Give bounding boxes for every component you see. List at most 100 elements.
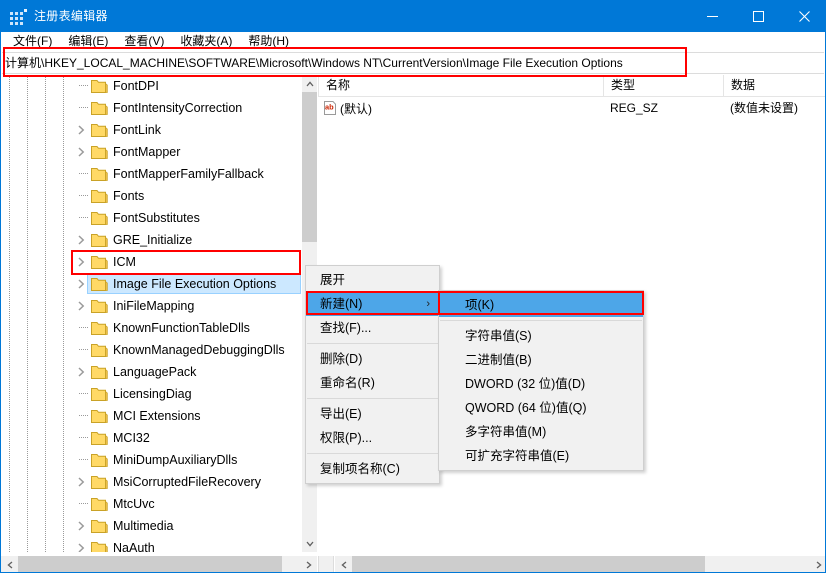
chevron-right-icon[interactable] bbox=[73, 144, 89, 160]
folder-icon bbox=[91, 519, 108, 534]
menu-bar: 文件(F) 编辑(E) 查看(V) 收藏夹(A) 帮助(H) bbox=[1, 32, 825, 52]
minimize-button[interactable] bbox=[689, 1, 735, 32]
scroll-right-icon[interactable] bbox=[300, 556, 317, 572]
menu-item[interactable]: 项(K) bbox=[439, 293, 643, 317]
tree-item[interactable]: MCI32 bbox=[1, 427, 301, 449]
tree-item[interactable]: KnownManagedDebuggingDlls bbox=[1, 339, 301, 361]
tree-item[interactable]: FontDPI bbox=[1, 75, 301, 97]
values-horizontal-scrollbar[interactable] bbox=[335, 556, 825, 572]
values-hscroll-thumb[interactable] bbox=[352, 556, 705, 572]
chevron-right-icon[interactable] bbox=[73, 364, 89, 380]
menu-favorites[interactable]: 收藏夹(A) bbox=[172, 33, 240, 51]
chevron-right-icon[interactable] bbox=[73, 474, 89, 490]
tree-item-label: ICM bbox=[113, 255, 136, 269]
column-header-data[interactable]: 数据 bbox=[723, 75, 825, 96]
tree-item-selected[interactable]: Image File Execution Options bbox=[1, 273, 301, 295]
ab-string-icon: ab bbox=[323, 101, 337, 115]
value-name-cell: ab (默认) bbox=[323, 97, 372, 119]
tree-item[interactable]: GRE_Initialize bbox=[1, 229, 301, 251]
tree-item[interactable]: MsiCorruptedFileRecovery bbox=[1, 471, 301, 493]
chevron-right-icon[interactable] bbox=[73, 298, 89, 314]
value-name-text: (默认) bbox=[340, 101, 372, 116]
tree-connector-line bbox=[79, 195, 88, 196]
maximize-button[interactable] bbox=[735, 1, 781, 32]
menu-item[interactable]: 删除(D) bbox=[306, 347, 439, 371]
chevron-right-icon[interactable] bbox=[73, 254, 89, 270]
value-type-cell: REG_SZ bbox=[610, 101, 659, 115]
tree-item-label: FontIntensityCorrection bbox=[113, 101, 243, 115]
address-bar[interactable]: 计算机\HKEY_LOCAL_MACHINE\SOFTWARE\Microsof… bbox=[2, 52, 824, 74]
menu-edit[interactable]: 编辑(E) bbox=[60, 33, 116, 51]
tree-hscroll-thumb[interactable] bbox=[18, 556, 282, 572]
menu-separator bbox=[307, 453, 438, 454]
menu-item[interactable]: 重命名(R) bbox=[306, 371, 439, 395]
tree-item[interactable]: FontSubstitutes bbox=[1, 207, 301, 229]
tree-item-label: LanguagePack bbox=[113, 365, 197, 379]
menu-item[interactable]: 字符串值(S) bbox=[439, 324, 643, 348]
folder-icon bbox=[91, 365, 108, 380]
tree-item[interactable]: MiniDumpAuxiliaryDlls bbox=[1, 449, 301, 471]
tree-item[interactable]: Multimedia bbox=[1, 515, 301, 537]
tree-item[interactable]: KnownFunctionTableDlls bbox=[1, 317, 301, 339]
scroll-down-icon[interactable] bbox=[302, 535, 317, 552]
menu-item[interactable]: 权限(P)... bbox=[306, 426, 439, 450]
tree-item[interactable]: MCI Extensions bbox=[1, 405, 301, 427]
scroll-up-icon[interactable] bbox=[302, 75, 317, 92]
tree-item-label: FontSubstitutes bbox=[113, 211, 200, 225]
tree-item[interactable]: FontLink bbox=[1, 119, 301, 141]
menu-item-label: 多字符串值(M) bbox=[465, 425, 547, 439]
tree-connector-line bbox=[79, 415, 88, 416]
values-scroll-left-icon[interactable] bbox=[335, 556, 352, 572]
tree-scroll-thumb[interactable] bbox=[302, 92, 317, 242]
folder-icon bbox=[91, 343, 108, 358]
menu-item[interactable]: 复制项名称(C) bbox=[306, 457, 439, 481]
chevron-right-icon[interactable] bbox=[73, 540, 89, 552]
menu-view[interactable]: 查看(V) bbox=[116, 33, 172, 51]
tree-item-label: FontDPI bbox=[113, 79, 159, 93]
value-row[interactable]: ab (默认) REG_SZ (数值未设置) bbox=[318, 97, 825, 119]
folder-icon bbox=[91, 277, 108, 292]
chevron-right-icon[interactable] bbox=[73, 122, 89, 138]
column-header-name[interactable]: 名称 bbox=[318, 75, 603, 96]
tree-item[interactable]: FontMapper bbox=[1, 141, 301, 163]
menu-item[interactable]: 新建(N) › bbox=[306, 292, 439, 316]
folder-icon bbox=[91, 101, 108, 116]
menu-item[interactable]: DWORD (32 位)值(D) bbox=[439, 372, 643, 396]
tree-item[interactable]: LicensingDiag bbox=[1, 383, 301, 405]
tree-item[interactable]: IniFileMapping bbox=[1, 295, 301, 317]
chevron-right-icon[interactable] bbox=[73, 276, 89, 292]
menu-item-label: 查找(F)... bbox=[320, 321, 372, 335]
tree-item[interactable]: MtcUvc bbox=[1, 493, 301, 515]
tree-item-label: FontLink bbox=[113, 123, 161, 137]
chevron-right-icon[interactable] bbox=[73, 232, 89, 248]
menu-item[interactable]: 查找(F)... bbox=[306, 316, 439, 340]
tree-item[interactable]: ICM bbox=[1, 251, 301, 273]
menu-file[interactable]: 文件(F) bbox=[5, 33, 60, 51]
context-menu: 展开 新建(N) › 查找(F)... 删除(D) 重命名(R) 导出(E) 权限(P)...… bbox=[305, 265, 440, 484]
menu-separator bbox=[307, 398, 438, 399]
scroll-left-icon[interactable] bbox=[1, 556, 18, 572]
menu-item-label: 二进制值(B) bbox=[465, 353, 532, 367]
menu-item[interactable]: 多字符串值(M) bbox=[439, 420, 643, 444]
chevron-right-icon[interactable] bbox=[73, 518, 89, 534]
tree-item[interactable]: FontIntensityCorrection bbox=[1, 97, 301, 119]
tree-connector-line bbox=[79, 503, 88, 504]
column-header-type[interactable]: 类型 bbox=[603, 75, 723, 96]
menu-item[interactable]: 展开 bbox=[306, 268, 439, 292]
tree-item[interactable]: NaAuth bbox=[1, 537, 301, 552]
close-button[interactable] bbox=[781, 1, 825, 32]
tree-item[interactable]: LanguagePack bbox=[1, 361, 301, 383]
values-scroll-right-icon[interactable] bbox=[810, 556, 825, 572]
menu-item-label: 权限(P)... bbox=[320, 431, 373, 445]
menu-item-label: 重命名(R) bbox=[320, 376, 375, 390]
tree-horizontal-scrollbar[interactable] bbox=[1, 556, 317, 572]
menu-item[interactable]: QWORD (64 位)值(Q) bbox=[439, 396, 643, 420]
menu-item[interactable]: 二进制值(B) bbox=[439, 348, 643, 372]
tree-item-label: FontMapper bbox=[113, 145, 181, 159]
menu-help[interactable]: 帮助(H) bbox=[240, 33, 297, 51]
tree-item[interactable]: FontMapperFamilyFallback bbox=[1, 163, 301, 185]
menu-item[interactable]: 可扩充字符串值(E) bbox=[439, 444, 643, 468]
menu-item[interactable]: 导出(E) bbox=[306, 402, 439, 426]
pane-splitter[interactable] bbox=[318, 556, 334, 572]
tree-item[interactable]: Fonts bbox=[1, 185, 301, 207]
